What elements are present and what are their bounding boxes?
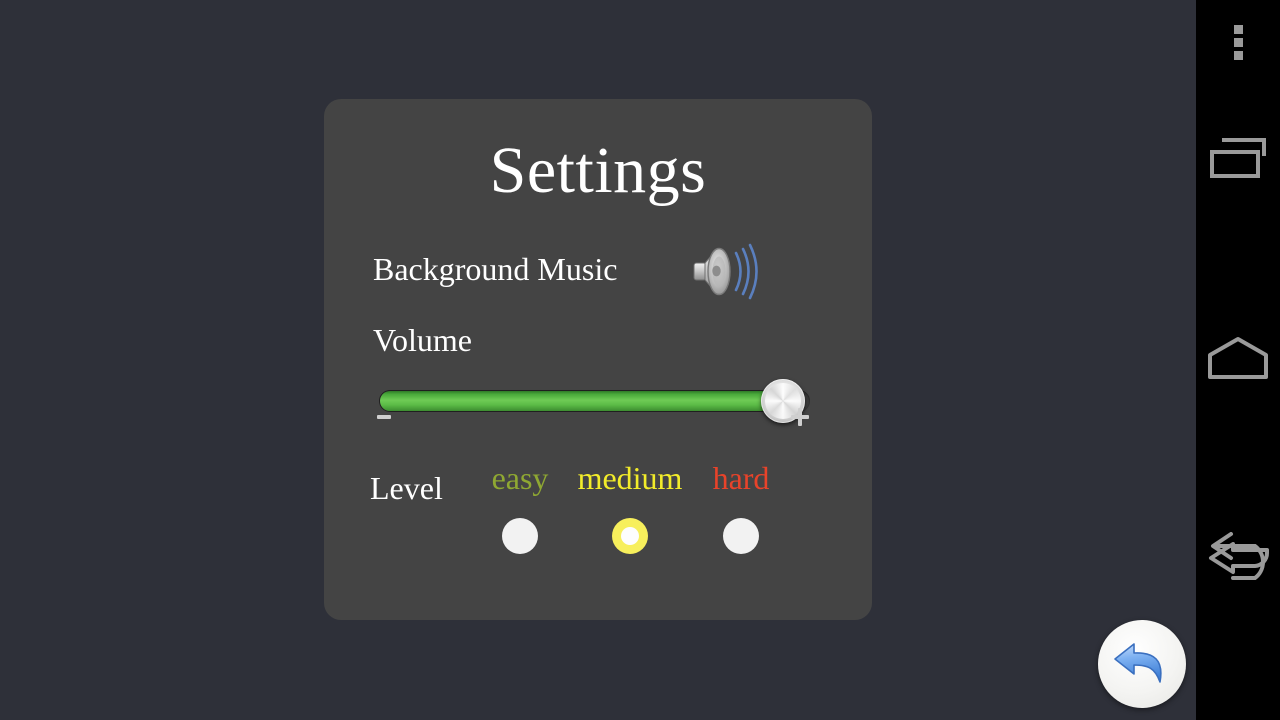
level-options-group: easy medium hard [492, 459, 840, 559]
level-option-easy[interactable]: easy [460, 459, 580, 555]
undo-arrow-icon [1114, 643, 1162, 683]
app-content-area: Settings Background Music Volume Level e… [0, 0, 1196, 720]
home-button[interactable] [1196, 325, 1280, 393]
three-dots-icon [1233, 21, 1243, 64]
screen: Settings Background Music Volume Level e… [0, 0, 1280, 720]
volume-slider[interactable] [371, 371, 831, 441]
slider-fill [380, 391, 786, 411]
back-arrow-icon [1209, 532, 1270, 580]
volume-label: Volume [373, 322, 472, 358]
recents-button[interactable] [1196, 126, 1280, 194]
level-option-hard-label: hard [712, 460, 770, 496]
android-navigation-bar [1196, 0, 1280, 720]
background-music-label: Background Music [373, 251, 618, 287]
level-radio-easy[interactable] [502, 518, 538, 555]
settings-card: Settings Background Music Volume Level e… [324, 99, 872, 620]
plus-icon[interactable] [791, 408, 809, 426]
home-icon [1208, 337, 1268, 379]
page-title: Settings [489, 134, 707, 207]
level-radio-hard[interactable] [723, 518, 759, 555]
back-nav-button[interactable] [1196, 522, 1280, 600]
level-option-medium[interactable]: medium [570, 459, 690, 555]
level-option-hard[interactable]: hard [681, 459, 801, 555]
background-music-row[interactable]: Background Music [373, 243, 823, 303]
level-option-easy-label: easy [491, 460, 549, 496]
overflow-menu-button[interactable] [1196, 12, 1280, 72]
level-label: Level [370, 470, 443, 506]
speaker-on-icon[interactable] [687, 238, 765, 306]
minus-icon[interactable] [377, 415, 391, 419]
back-button[interactable] [1098, 620, 1186, 708]
recents-icon [1210, 138, 1266, 178]
level-option-medium-label: medium [577, 460, 683, 496]
level-radio-medium[interactable] [612, 518, 648, 555]
